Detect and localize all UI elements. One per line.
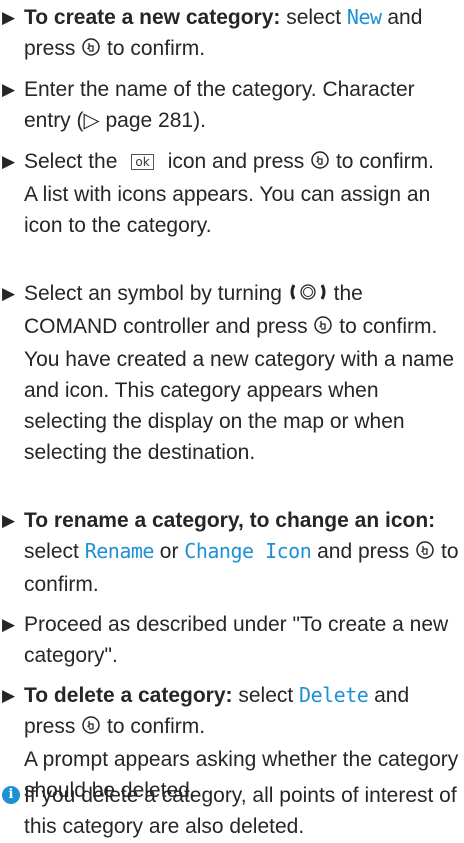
bullet-triangle-icon: ▶ [2,152,16,171]
step-select-ok: ▶ Select the ok icon and press to confirm.… [0,146,464,241]
press-controller-icon [81,713,101,744]
info-note: i If you delete a category, all points o… [0,780,464,842]
bullet-triangle-icon: ▶ [2,686,16,705]
bullet-triangle-icon: ▶ [2,80,16,99]
bullet-triangle-icon: ▶ [2,511,16,530]
bullet-triangle-icon: ▶ [2,284,16,303]
turn-controller-icon [288,280,328,311]
manual-page: ▶ To create a new category: select New a… [0,0,464,843]
bullet-triangle-icon: ▶ [2,8,16,27]
step-text: To rename a category, to change an icon:… [24,505,460,600]
menu-item-new: New [346,5,382,29]
step-text-part: to confirm. [101,715,206,738]
ok-icon: ok [131,154,154,170]
menu-item-delete: Delete [299,683,369,707]
step-text-part: select [232,684,300,707]
press-controller-icon [81,35,101,66]
bullet-triangle-icon: ▶ [2,615,16,634]
step-note: A list with icons appears. You can assig… [24,183,431,237]
step-text-part: or [153,540,185,563]
step-text-part: to confirm. [333,315,438,338]
step-text: To create a new category: select New and… [24,2,460,66]
step-create-category: ▶ To create a new category: select New a… [0,2,464,66]
press-controller-icon [310,148,330,179]
step-enter-name: ▶ Enter the name of the category. Charac… [0,74,464,136]
step-lead: To delete a category: [24,684,233,707]
step-text: Select the ok icon and press to confirm. A… [24,146,460,241]
step-text: Select an symbol by turning the COMAND c… [24,278,460,468]
press-controller-icon [313,313,333,344]
step-lead: To create a new category: [24,6,281,29]
menu-item-change-icon: Change Icon [184,539,312,563]
step-note: You have created a new category with a n… [24,348,454,464]
step-text-part: and press [311,540,416,563]
step-lead: To rename a category, to change an icon: [24,509,436,532]
menu-item-rename: Rename [84,539,155,563]
step-select-symbol: ▶ Select an symbol by turning the COMAND… [0,278,464,468]
step-text-part: to confirm. [330,150,434,173]
step-proceed: ▶ Proceed as described under "To create … [0,609,464,671]
step-rename-category: ▶ To rename a category, to change an ico… [0,505,464,600]
info-icon: i [2,786,20,804]
step-text-part: select [24,540,85,563]
step-text-part: Select an symbol by turning [24,282,288,305]
step-text: Proceed as described under "To create a … [24,613,449,667]
press-controller-icon [415,538,435,569]
step-text-part: icon and press [167,150,311,173]
step-text-part: select [280,6,347,29]
step-text: Enter the name of the category. Characte… [24,78,415,132]
step-text-part: to confirm. [101,37,206,60]
info-text: If you delete a category, all points of … [24,784,457,838]
step-text-part: Select the [24,150,118,173]
